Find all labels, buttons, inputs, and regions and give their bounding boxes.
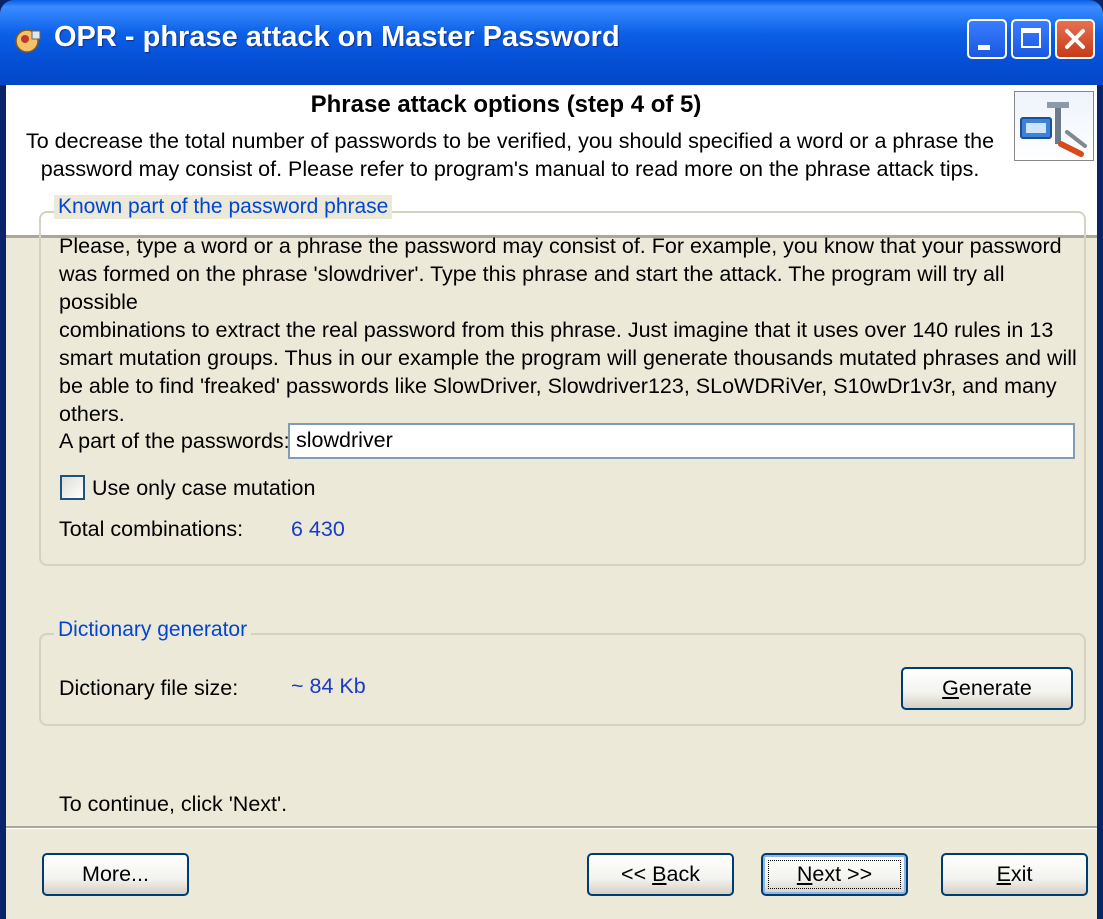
dictionary-size-value: ~ 84 Kb — [291, 674, 366, 698]
back-button-label: << Back — [621, 862, 700, 886]
maximize-icon — [1021, 28, 1041, 48]
next-button[interactable]: Next >> — [761, 853, 908, 896]
generate-button[interactable]: Generate — [901, 667, 1073, 710]
title-bar[interactable]: OPR - phrase attack on Master Password — [0, 0, 1103, 85]
plug-tools-icon — [1020, 102, 1087, 157]
more-button[interactable]: More... — [42, 853, 189, 896]
app-window: OPR - phrase attack on Master Password P… — [0, 0, 1103, 919]
password-part-input[interactable]: slowdriver — [288, 423, 1075, 459]
total-combinations-label: Total combinations: — [59, 517, 244, 541]
exit-button[interactable]: Exit — [941, 853, 1088, 896]
generate-button-label: Generate — [942, 676, 1032, 700]
back-button[interactable]: << Back — [587, 853, 734, 896]
minimize-icon — [978, 45, 990, 50]
known-part-explanation: Please, type a word or a phrase the pass… — [59, 232, 1079, 428]
password-part-label: A part of the passwords: — [59, 429, 290, 453]
window-title: OPR - phrase attack on Master Password — [54, 21, 620, 53]
continue-hint: To continue, click 'Next'. — [59, 792, 288, 816]
close-button[interactable] — [1055, 19, 1095, 59]
minimize-button[interactable] — [967, 19, 1007, 59]
explanation-line: smart mutation groups. Thus in our examp… — [59, 346, 1077, 370]
total-combinations-value: 6 430 — [291, 517, 345, 541]
dictionary-legend: Dictionary generator — [54, 618, 252, 642]
app-icon — [15, 29, 41, 53]
case-mutation-label[interactable]: Use only case mutation — [92, 476, 315, 501]
maximize-button[interactable] — [1011, 19, 1051, 59]
explanation-line: Please, type a word or a phrase the pass… — [59, 234, 1062, 258]
close-icon — [1065, 29, 1085, 49]
exit-button-label: Exit — [996, 862, 1033, 886]
dictionary-size-label: Dictionary file size: — [59, 676, 239, 700]
explanation-line: be able to find 'freaked' passwords like… — [59, 374, 1057, 398]
known-part-legend: Known part of the password phrase — [54, 195, 393, 219]
step-description-line: password may consist of. Please refer to… — [40, 157, 980, 181]
header-image — [1014, 91, 1094, 161]
dialog-client: Phrase attack options (step 4 of 5) To d… — [6, 85, 1097, 919]
step-description-line: To decrease the total number of password… — [25, 129, 995, 153]
step-title: Phrase attack options (step 4 of 5) — [310, 91, 702, 118]
step-description: To decrease the total number of password… — [14, 127, 1006, 183]
footer-divider-highlight — [6, 828, 1097, 829]
case-mutation-checkbox[interactable] — [60, 475, 85, 500]
explanation-line: was formed on the phrase 'slowdriver'. T… — [59, 262, 1005, 314]
focus-rectangle — [768, 860, 901, 889]
explanation-line: combinations to extract the real passwor… — [59, 318, 1054, 342]
